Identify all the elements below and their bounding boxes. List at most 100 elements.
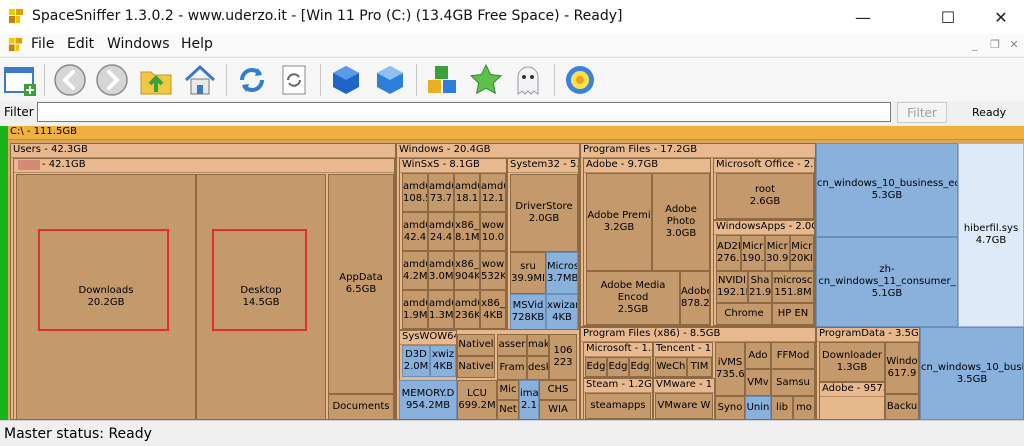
folder-net[interactable]: Net <box>497 400 519 419</box>
folder-lcu[interactable]: LCU 699.2M <box>457 380 497 419</box>
folder-mic[interactable]: Mic <box>497 380 519 400</box>
file-cn-windows-10-business-2[interactable]: cn_windows_10_busin 3.5GB <box>920 327 1024 420</box>
folder-programdata[interactable]: ProgramData - 3.5GB Downloader 1.3GB Wind… <box>816 327 920 420</box>
folder-microsoft-office[interactable]: Microsoft Office - 2.6 root 2.6GB <box>713 158 815 220</box>
filter-input[interactable] <box>37 102 891 122</box>
new-view-icon[interactable] <box>2 62 38 98</box>
folder-program-files[interactable]: Program Files - 17.2GB Adobe - 9.7GB Ado… <box>580 143 816 327</box>
maximize-button[interactable]: ☐ <box>925 0 971 34</box>
windowsapps-cell[interactable]: Micr190.3 <box>740 235 765 271</box>
folder-adobe[interactable]: Adobe - 9.7GB Adobe Premi 3.2GB Adobe Pho… <box>583 158 711 326</box>
folder-system32[interactable]: System32 - 5.5 DriverStore2.0GB sru39.9M… <box>507 158 579 330</box>
folder-office-root[interactable]: root 2.6GB <box>716 173 814 219</box>
menu-help[interactable]: Help <box>181 36 213 52</box>
winsxs-cell[interactable]: amd61.3M <box>428 290 454 329</box>
folder-vmware-workstation[interactable]: VMware W <box>655 393 713 419</box>
folder-chrome[interactable]: Chrome <box>716 303 772 325</box>
winsxs-cell[interactable]: wow 532K <box>480 251 506 290</box>
mdi-close-button[interactable]: ✕ <box>1005 37 1023 52</box>
winsxs-cell[interactable]: amd618.1 <box>454 173 480 212</box>
file-d3d[interactable]: D3D 2.0M <box>402 345 430 377</box>
winsxs-cell[interactable]: amd612.1 <box>480 173 506 212</box>
folder-backup[interactable]: Backu <box>885 394 919 419</box>
star-icon[interactable] <box>468 62 504 98</box>
cube-icon[interactable] <box>328 62 364 98</box>
winsxs-cell[interactable]: amd624.4 <box>428 212 454 251</box>
file-memory-dmp[interactable]: MEMORY.D 954.2MB <box>399 380 457 419</box>
folder-adobe-premiere[interactable]: Adobe Premi 3.2GB <box>586 173 652 271</box>
winsxs-cell[interactable]: amd61.9M <box>402 290 428 329</box>
menu-windows[interactable]: Windows <box>107 36 170 52</box>
folder-winsxs[interactable]: WinSxS - 8.1GB amd6108.5amd673.7amd618.1… <box>399 158 507 330</box>
filter-button[interactable]: Filter <box>897 102 947 123</box>
folder-downloader[interactable]: Downloader 1.3GB <box>819 342 885 382</box>
folder-mak[interactable]: mak <box>527 334 549 356</box>
folder-vmware[interactable]: VMware - 1 VMware W <box>653 378 715 419</box>
file-hiberfil[interactable]: hiberfil.sys 4.7GB <box>958 143 1024 327</box>
folder-ivms[interactable]: iVMS 735.6 <box>715 342 745 396</box>
folder-steam[interactable]: Steam - 1.2GE steamapps <box>583 378 653 419</box>
windowsapps-cell[interactable]: Micr 30.9 <box>765 235 790 271</box>
close-button[interactable]: ✕ <box>978 0 1024 34</box>
folder-sha[interactable]: Sha 21.9 <box>748 271 772 303</box>
folder-edge-2[interactable]: Edg <box>607 357 629 377</box>
mdi-minimize-button[interactable]: _ <box>966 37 984 52</box>
folder-adobe-media-encoder[interactable]: Adobe Media Encod 2.5GB <box>586 271 680 325</box>
folder-mo[interactable]: mo <box>793 396 815 419</box>
folder-programdata-adobe[interactable]: Adobe - 957.9 <box>819 382 885 419</box>
folder-desk[interactable]: desk <box>527 356 549 380</box>
mdi-app-icon[interactable] <box>8 37 23 52</box>
winsxs-cell[interactable]: x86_ 4KB <box>480 290 506 329</box>
folder-sru[interactable]: sru 39.9MI <box>510 252 546 294</box>
winsxs-cell[interactable]: amd64.2M <box>402 251 428 290</box>
windowsapps-cell[interactable]: AD2I276.1 <box>716 235 741 271</box>
mdi-restore-button[interactable]: ❐ <box>986 37 1004 52</box>
folder-wechat[interactable]: WeCh <box>655 357 687 377</box>
windowsapps-cell[interactable]: Micr 20KI <box>789 235 814 271</box>
winsxs-cell[interactable]: amd63.0M <box>428 251 454 290</box>
winsxs-cell[interactable]: x86_ 904K <box>454 251 480 290</box>
folder-windows[interactable]: Windows - 20.4GB WinSxS - 8.1GB amd6108.… <box>396 143 580 420</box>
file-xwizard[interactable]: xwizar 4KB <box>546 294 578 329</box>
folder-assembly[interactable]: asser <box>497 334 527 356</box>
root-drive-header[interactable]: C:\ - 111.5GB <box>8 126 1024 140</box>
file-msvid[interactable]: MSVid 728KB <box>510 294 546 329</box>
folder-windowsapps[interactable]: WindowsApps - 2.0G NVIDI192.1M Sha21.9 m… <box>713 220 815 326</box>
folder-edge-1[interactable]: Edg <box>585 357 607 377</box>
folder-samsung[interactable]: Samsu <box>771 369 815 396</box>
folder-steamapps[interactable]: steamapps <box>585 393 651 419</box>
winsxs-cell[interactable]: x86_ 8.1M <box>454 212 480 251</box>
folder-edge-3[interactable]: Edg <box>629 357 651 377</box>
forward-icon[interactable] <box>94 62 130 98</box>
folder-tencent[interactable]: Tencent - 1. WeCh TIM <box>653 342 713 378</box>
treemap[interactable]: C:\ - 111.5GB Users - 42.3GB - 42.1GB Do… <box>0 126 1024 420</box>
file-ima[interactable]: ima 2.1 <box>519 380 539 419</box>
file-xwiz[interactable]: xwiz 4KB <box>430 345 456 377</box>
winsxs-cell[interactable]: amd6236K <box>454 290 480 329</box>
ghost-icon[interactable] <box>510 62 546 98</box>
folder-x86-microsoft[interactable]: Microsoft - 1.3 Edg Edg Edg <box>583 342 653 378</box>
folder-framework[interactable]: Fram <box>497 356 527 380</box>
file-uninstall[interactable]: Unin <box>745 396 771 419</box>
folder-ado[interactable]: Ado <box>745 342 771 369</box>
folder-chs[interactable]: CHS <box>539 380 577 400</box>
winsxs-cell[interactable]: amd642.4 <box>402 212 428 251</box>
folder-documents[interactable]: Documents <box>328 394 394 419</box>
folder-106[interactable]: 106 223 <box>549 334 577 380</box>
folder-ffmod[interactable]: FFMod <box>771 342 815 369</box>
winsxs-cell[interactable]: wow 10.0 <box>480 212 506 251</box>
folder-nvidia[interactable]: NVIDI192.1M <box>716 271 748 303</box>
folder-synology[interactable]: Syno <box>715 396 745 419</box>
folder-driverstore[interactable]: DriverStore 2.0GB <box>510 174 578 252</box>
folder-native-2[interactable]: Nativel <box>457 356 495 378</box>
file-zh-cn-windows-11-consumer[interactable]: zh-cn_windows_11_consumer_ 5.1GB <box>816 237 958 327</box>
back-icon[interactable] <box>52 62 88 98</box>
folder-appdata[interactable]: AppData 6.5GB <box>328 174 394 394</box>
folder-adobe-photoshop[interactable]: Adobe Photo 3.0GB <box>652 173 710 271</box>
refresh-icon[interactable] <box>234 62 270 98</box>
folder-up-icon[interactable] <box>138 62 174 98</box>
menu-edit[interactable]: Edit <box>67 36 94 52</box>
rescan-icon[interactable] <box>276 62 312 98</box>
winsxs-cell[interactable]: amd6108.5 <box>402 173 428 212</box>
home-icon[interactable] <box>182 62 218 98</box>
